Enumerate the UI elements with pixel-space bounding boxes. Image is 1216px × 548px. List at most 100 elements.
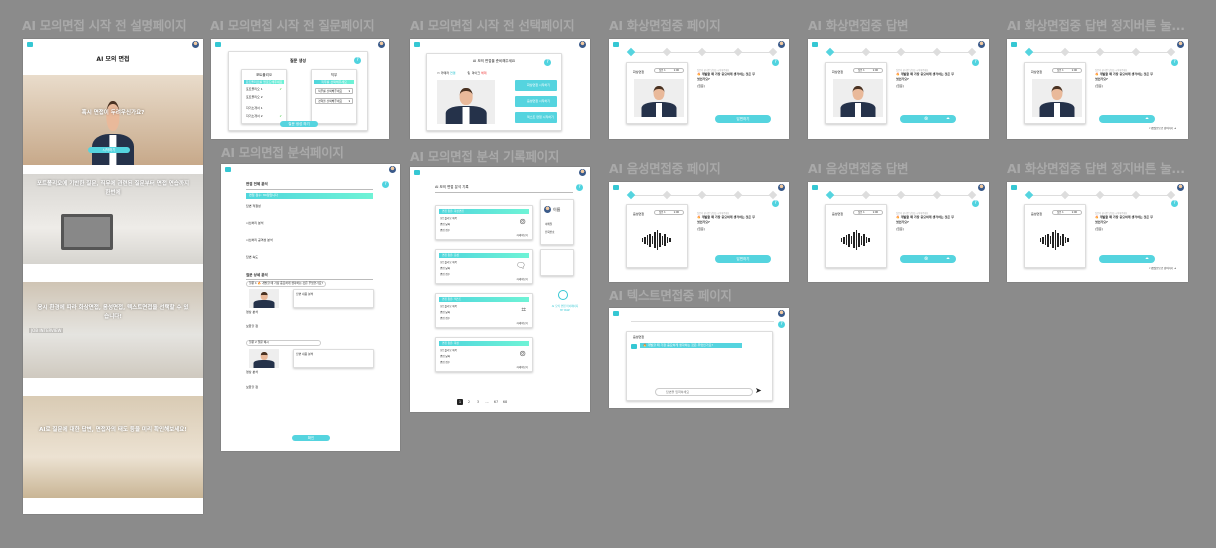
answer-control-bar[interactable]: ⊗ ⏶: [900, 115, 956, 123]
frame-record[interactable]: ? AI 모의 면접 분석 기록 면접 종류: 화상면접 포트폴리오 제목 면접 날…: [410, 167, 590, 412]
video-thumbnail[interactable]: [249, 289, 279, 308]
avatar[interactable]: [978, 184, 985, 191]
help-icon[interactable]: ?: [1171, 200, 1178, 207]
logo-icon[interactable]: [1011, 185, 1017, 190]
step-marker: [967, 190, 977, 200]
avatar[interactable]: [1177, 41, 1184, 48]
select-dropdown[interactable]: 경력을 선택해주세요 ▾: [315, 98, 353, 104]
start-option-button[interactable]: 화상면접 시작하기: [515, 80, 557, 91]
interview-type-icon: 🗨: [515, 261, 526, 270]
question-tag: (질문): [896, 227, 904, 231]
frame-analysis[interactable]: ? 면접 전체 분석 면접 점수: 80점입니다 답변 적절성 시선처리 분석 시선…: [221, 164, 400, 451]
frame-audio-interview-start[interactable]: ? 음성면접 질문 1 1:00 질문이 끝나면 답변을 시작해주세요 🔥 개발할 때 가…: [609, 182, 789, 282]
logo-icon[interactable]: [27, 42, 33, 47]
page-button[interactable]: 3: [475, 399, 481, 405]
step-marker: [1095, 190, 1105, 200]
detail-link[interactable]: 자세히보기: [516, 365, 528, 369]
analysis-item: 답변 속도: [246, 255, 258, 259]
avatar[interactable]: [1177, 184, 1184, 191]
detail-link[interactable]: 자세히보기: [516, 233, 528, 237]
help-icon[interactable]: ?: [1171, 59, 1178, 66]
logo-icon[interactable]: [613, 42, 619, 47]
start-option-button[interactable]: 음성면접 시작하기: [515, 96, 557, 107]
record-card[interactable]: 면접 종류: 텍스트 포트폴리오 제목 면접 날짜 면접 점수 ⌗ 자세히보기: [435, 293, 533, 328]
question-text: 🔥 개발할 때 가장 중요하게 생각하는 것은 무엇인가요?: [697, 72, 755, 81]
record-card[interactable]: 면접 종류: 음성 포트폴리오 제목 면접 날짜 면접 점수 🗨 자세히보기: [435, 249, 533, 284]
answer-control-bar[interactable]: ⏶: [1099, 115, 1155, 123]
avatar[interactable]: [978, 41, 985, 48]
label: 직무: [330, 73, 338, 77]
page-button[interactable]: 68: [502, 399, 508, 405]
detail-link[interactable]: 자세히보기: [516, 321, 528, 325]
frame-video-interview-start[interactable]: ? 화상면접 질문 1 1:00 질문이 끝나면 답변을 시작해주세요 🔥 개발할 때 가…: [609, 39, 789, 139]
generate-question-button[interactable]: 질문 생성 하기: [280, 121, 318, 127]
camera-status[interactable]: 연결: [450, 71, 456, 75]
frame-title: AI 화상면접중 답변 정지버튼 눌...: [1007, 161, 1185, 176]
step-marker: [626, 190, 636, 200]
answer-control-bar[interactable]: ⏶: [1099, 255, 1155, 263]
file-item[interactable]: 포트폴리오 2: [242, 94, 286, 100]
question-chip[interactable]: 질문 2 질문 예시: [246, 340, 321, 346]
upload-icon[interactable]: ⏶: [946, 255, 950, 263]
record-card[interactable]: 면접 종류: 화상면접 포트폴리오 제목 면접 날짜 면접 점수 ⊚ 자세히보기: [435, 205, 533, 240]
profile-name: 이름: [553, 207, 561, 212]
stop-icon[interactable]: ⊗: [924, 115, 928, 123]
question-chip[interactable]: 질문 1 🔥 개발할 때 가장 중요하게 생각하는 것은 무엇인가요?: [246, 281, 326, 287]
question-tag: (질문): [1095, 84, 1103, 88]
avatar[interactable]: [778, 184, 785, 191]
record-card[interactable]: 면접 종류: 화상 포트폴리오 제목 면접 날짜 면접 점수 ⊚ 자세히보기: [435, 337, 533, 372]
page-button[interactable]: 2: [466, 399, 472, 405]
upload-icon[interactable]: ⏶: [1145, 115, 1149, 123]
interview-type-icon: ⊚: [519, 349, 526, 358]
answer-control-bar[interactable]: ⊗ ⏶: [900, 255, 956, 263]
file-item[interactable]: 포트폴리오 1 ✔: [242, 86, 286, 92]
logo-icon[interactable]: [613, 185, 619, 190]
next-question-link[interactable]: 다음질문으로 넘어가기 ➜: [1149, 126, 1176, 130]
help-icon[interactable]: ?: [772, 59, 779, 66]
page-button[interactable]: 1: [457, 399, 463, 405]
upload-bar[interactable]: 포트폴리오를 업로드해주세요: [244, 80, 284, 84]
camera-preview: [437, 80, 495, 124]
interview-type-icon: ⊚: [519, 217, 526, 226]
answer-input[interactable]: [655, 388, 753, 396]
logo-icon[interactable]: [812, 42, 818, 47]
frame-select[interactable]: AI 모의 면접을 준비해주세요 ? ▭ 카메라 연결 🎙 마이크 해제 화상면…: [410, 39, 590, 139]
waveform-icon: [642, 230, 671, 250]
frame-intro[interactable]: AI 모의 면접 혹시 면접이 두려우신가요? 시작하기 포트폴리오에 기반한 …: [23, 39, 203, 514]
avatar[interactable]: [778, 41, 785, 48]
stop-icon[interactable]: ⊗: [924, 255, 928, 263]
page-button[interactable]: ...: [484, 399, 490, 405]
frame-text-interview[interactable]: ? 음성면접 🔥 개발할 때 가장 중요하게 생각하는 것은 무엇인가요? ➤: [609, 308, 789, 408]
analysis-item: 시선처리 공격성 분석: [246, 238, 273, 242]
file-item[interactable]: 자기소개서 2 ✔: [242, 113, 286, 119]
send-icon[interactable]: ➤: [755, 387, 762, 395]
detail-link[interactable]: 자세히보기: [516, 277, 528, 281]
frame-question[interactable]: 질문 생성 ? 포트폴리오 포트폴리오를 업로드해주세요 포트폴리오 1 ✔ 포트폴…: [211, 39, 389, 139]
avatar[interactable]: [192, 41, 199, 48]
logo-icon[interactable]: [1011, 42, 1017, 47]
start-option-button[interactable]: 텍스트 면접 시작하기: [515, 112, 557, 123]
upload-icon[interactable]: ⏶: [1145, 255, 1149, 263]
help-icon[interactable]: ?: [354, 57, 361, 64]
frame-audio-interview-answer[interactable]: ? 음성면접 질문 1 1:00 질문이 끝나면 답변을 시작해주세요 🔥 개발할 때 가…: [808, 182, 989, 282]
confirm-button[interactable]: 확인: [292, 435, 330, 441]
frame-video-interview-answer[interactable]: ? 화상면접 질문 1 1:00 질문이 끝나면 답변을 시작해주세요 🔥 개발할 때 가…: [808, 39, 989, 139]
next-question-link[interactable]: 다음질문으로 넘어가기 ➜: [1149, 266, 1176, 270]
question-tag: (질문): [1095, 227, 1103, 231]
help-icon[interactable]: ?: [772, 200, 779, 207]
frame-video-interview-stop[interactable]: ? 화상면접 질문 1 1:00 질문이 끝나면 답변을 시작해주세요 🔥 개발할 때 가…: [1007, 39, 1188, 139]
upload-icon[interactable]: ⏶: [946, 115, 950, 123]
help-icon[interactable]: ?: [972, 59, 979, 66]
start-button[interactable]: 시작하기: [88, 147, 130, 153]
logo-icon[interactable]: [812, 185, 818, 190]
help-icon[interactable]: ?: [544, 59, 551, 66]
answer-button[interactable]: 답변하기: [715, 115, 771, 123]
answer-button[interactable]: 답변하기: [715, 255, 771, 263]
select-dropdown[interactable]: 직무를 선택해주세요 ▾: [315, 88, 353, 94]
help-icon[interactable]: ?: [972, 200, 979, 207]
frame-audio-interview-stop[interactable]: ? 음성면접 질문 1 1:00 질문이 끝나면 답변을 시작해주세요 🔥 개발할 때 가…: [1007, 182, 1188, 282]
step-marker: [733, 190, 742, 200]
page-button[interactable]: 67: [493, 399, 499, 405]
mic-status[interactable]: 해제: [481, 71, 487, 75]
file-item[interactable]: 자기소개서 1: [242, 105, 286, 111]
